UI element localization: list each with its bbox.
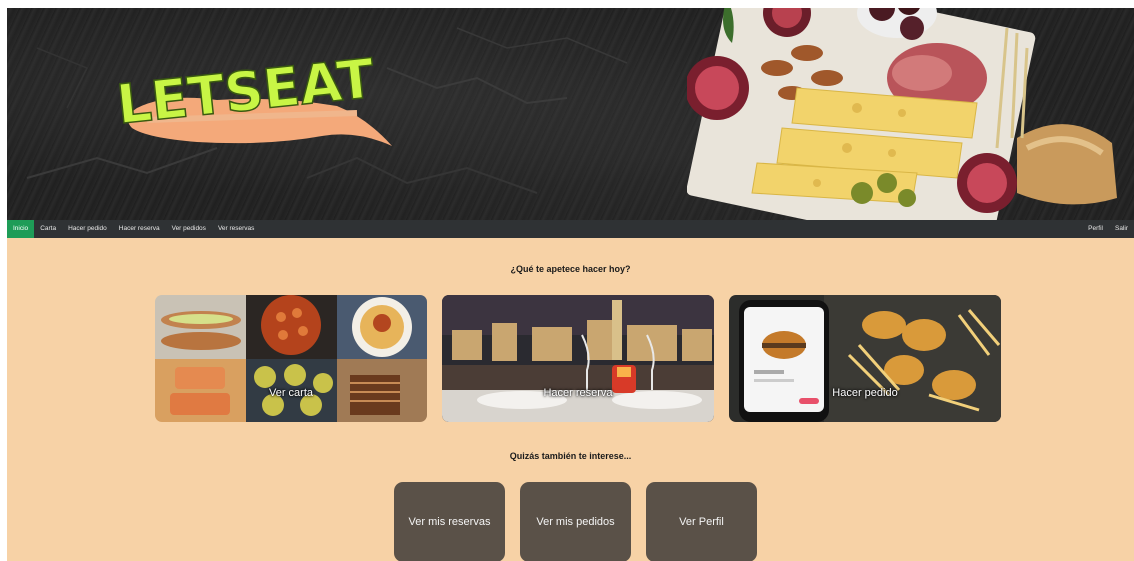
restaurant-table-image <box>442 295 714 422</box>
food-board-image <box>687 8 1117 220</box>
card-label: Ver carta <box>268 387 314 399</box>
card-hacer-reserva[interactable]: Hacer reserva <box>442 295 714 422</box>
page: LETSEAT Inicio Carta Hacer pedido Hacer … <box>7 8 1134 561</box>
card-label: Hacer pedido <box>832 387 898 399</box>
card-ver-carta[interactable]: Ver carta <box>155 295 427 422</box>
nav-item-perfil[interactable]: Perfil <box>1082 220 1109 238</box>
ver-mis-reservas-button[interactable]: Ver mis reservas <box>394 482 505 561</box>
nav-item-inicio[interactable]: Inicio <box>7 220 35 238</box>
hero-banner: LETSEAT <box>7 8 1134 220</box>
question-heading: ¿Qué te apetece hacer hoy? <box>510 264 631 274</box>
food-delivery-image <box>729 295 1001 422</box>
food-collage-image <box>155 295 427 422</box>
nav-item-hacer-pedido[interactable]: Hacer pedido <box>62 220 113 238</box>
nav-item-ver-reservas[interactable]: Ver reservas <box>212 220 261 238</box>
nav-item-ver-pedidos[interactable]: Ver pedidos <box>166 220 212 238</box>
nav-item-hacer-reserva[interactable]: Hacer reserva <box>113 220 166 238</box>
suggestions-heading: Quizás también te interese... <box>509 451 632 461</box>
letseat-logo: LETSEAT <box>113 46 392 146</box>
nav-item-salir[interactable]: Salir <box>1109 220 1134 238</box>
card-hacer-pedido[interactable]: Hacer pedido <box>729 295 1001 422</box>
navbar: Inicio Carta Hacer pedido Hacer reserva … <box>7 220 1134 238</box>
card-label: Hacer reserva <box>543 387 613 399</box>
nav-item-carta[interactable]: Carta <box>34 220 62 238</box>
ver-perfil-button[interactable]: Ver Perfil <box>646 482 757 561</box>
ver-mis-pedidos-button[interactable]: Ver mis pedidos <box>520 482 631 561</box>
